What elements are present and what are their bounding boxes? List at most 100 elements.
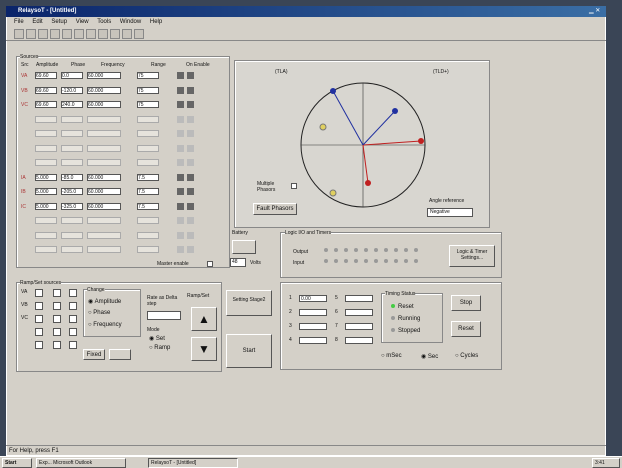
enable-toggle[interactable] [187, 101, 194, 108]
mode-set[interactable]: ◉ Set [149, 335, 165, 342]
ramp-checkbox[interactable] [53, 302, 61, 310]
range-field[interactable]: 75 [137, 86, 159, 94]
phase-field[interactable] [61, 231, 83, 239]
setting-stage-button[interactable]: Setting Stage2 [226, 290, 272, 316]
range-field[interactable]: 7.5 [137, 202, 159, 210]
phase-field[interactable] [61, 159, 83, 166]
frequency-field[interactable]: 60.000 [87, 188, 121, 195]
enable-toggle[interactable] [187, 115, 194, 123]
range-field[interactable]: 7.5 [137, 188, 159, 195]
enable-toggle[interactable] [187, 144, 194, 152]
settings-icon[interactable] [110, 29, 120, 39]
phase-field[interactable]: 0.0 [61, 72, 83, 79]
blank-button[interactable] [109, 349, 131, 360]
menu-tools[interactable]: Tools [97, 19, 111, 25]
timer-field[interactable] [299, 309, 327, 316]
on-toggle[interactable] [177, 188, 184, 195]
phase-field[interactable] [61, 144, 83, 152]
phase-field[interactable] [61, 246, 83, 253]
menu-view[interactable]: View [76, 19, 89, 25]
taskbar-item-outlook[interactable]: Exp... Microsoft Outlook [36, 458, 126, 468]
logic-timer-settings-button[interactable]: Logic & Timer Settings... [449, 245, 495, 267]
range-field[interactable] [137, 246, 159, 253]
phase-field[interactable]: -325.0 [61, 202, 83, 210]
on-toggle[interactable] [177, 217, 184, 224]
angle-reference-select[interactable]: Negative [427, 208, 473, 217]
phase-field[interactable] [61, 130, 83, 137]
ramp-checkbox[interactable] [69, 289, 77, 297]
amplitude-field[interactable]: 5.000 [35, 188, 57, 195]
amplitude-field[interactable]: 69.60 [35, 86, 57, 94]
range-field[interactable]: 75 [137, 72, 159, 79]
battery-button[interactable] [232, 240, 256, 254]
amplitude-field[interactable]: 5.000 [35, 173, 57, 181]
frequency-field[interactable] [87, 159, 121, 166]
amplitude-field[interactable]: 69.60 [35, 72, 57, 79]
on-toggle[interactable] [177, 130, 184, 137]
save-icon[interactable] [38, 29, 48, 39]
on-toggle[interactable] [177, 72, 184, 79]
ramp-checkbox[interactable] [69, 328, 77, 336]
ramp-checkbox[interactable] [53, 289, 61, 297]
enable-toggle[interactable] [187, 231, 194, 239]
on-toggle[interactable] [177, 144, 184, 152]
on-toggle[interactable] [177, 86, 184, 94]
frequency-field[interactable]: 60.000 [87, 101, 121, 108]
frequency-field[interactable] [87, 246, 121, 253]
menu-setup[interactable]: Setup [51, 19, 67, 25]
range-field[interactable] [137, 130, 159, 137]
window-controls[interactable]: ▁ ✕ [589, 7, 605, 15]
chart-icon[interactable] [122, 29, 132, 39]
unit-cycles[interactable]: ○ Cycles [455, 353, 478, 359]
ramp-checkbox[interactable] [35, 341, 43, 349]
timer-field[interactable] [345, 309, 373, 316]
enable-toggle[interactable] [187, 130, 194, 137]
on-toggle[interactable] [177, 101, 184, 108]
range-field[interactable] [137, 144, 159, 152]
phase-field[interactable]: -120.0 [61, 86, 83, 94]
range-field[interactable] [137, 159, 159, 166]
copy-icon[interactable] [74, 29, 84, 39]
menu-help[interactable]: Help [150, 19, 162, 25]
print-icon[interactable] [50, 29, 60, 39]
opt-phase[interactable]: ○ Phase [88, 310, 110, 316]
ramp-checkbox[interactable] [69, 315, 77, 323]
menu-edit[interactable]: Edit [32, 19, 42, 25]
ramp-checkbox[interactable] [53, 341, 61, 349]
start-menu-button[interactable]: Start [2, 458, 32, 468]
mode-ramp[interactable]: ○ Ramp [149, 345, 170, 351]
ramp-checkbox[interactable] [53, 315, 61, 323]
range-field[interactable] [137, 115, 159, 123]
unit-msec[interactable]: ○ mSec [381, 353, 402, 359]
enable-toggle[interactable] [187, 86, 194, 94]
ramp-down-button[interactable]: ▼ [191, 337, 217, 361]
ramp-up-button[interactable]: ▲ [191, 307, 217, 331]
amplitude-field[interactable]: 69.60 [35, 101, 57, 108]
phase-field[interactable] [61, 217, 83, 224]
frequency-field[interactable]: 60.000 [87, 86, 121, 94]
reset-button[interactable]: Reset [451, 321, 481, 337]
range-field[interactable]: 75 [137, 101, 159, 108]
timer-field[interactable] [299, 323, 327, 330]
menu-window[interactable]: Window [120, 19, 141, 25]
on-toggle[interactable] [177, 202, 184, 210]
on-toggle[interactable] [177, 159, 184, 166]
on-toggle[interactable] [177, 246, 184, 253]
amplitude-field[interactable] [35, 217, 57, 224]
enable-toggle[interactable] [187, 246, 194, 253]
frequency-field[interactable] [87, 115, 121, 123]
enable-toggle[interactable] [187, 173, 194, 181]
new-icon[interactable] [14, 29, 24, 39]
timer-field[interactable] [345, 295, 373, 302]
enable-toggle[interactable] [187, 159, 194, 166]
amplitude-field[interactable] [35, 231, 57, 239]
ramp-checkbox[interactable] [35, 328, 43, 336]
cut-icon[interactable] [62, 29, 72, 39]
enable-toggle[interactable] [187, 202, 194, 210]
taskbar-item-relaysot[interactable]: RelaysoT - [Untitled] [148, 458, 238, 468]
ramp-checkbox[interactable] [53, 328, 61, 336]
menu-file[interactable]: File [14, 19, 24, 25]
frequency-field[interactable]: 60.000 [87, 202, 121, 210]
fixed-button[interactable]: Fixed [83, 349, 105, 360]
enable-toggle[interactable] [187, 188, 194, 195]
